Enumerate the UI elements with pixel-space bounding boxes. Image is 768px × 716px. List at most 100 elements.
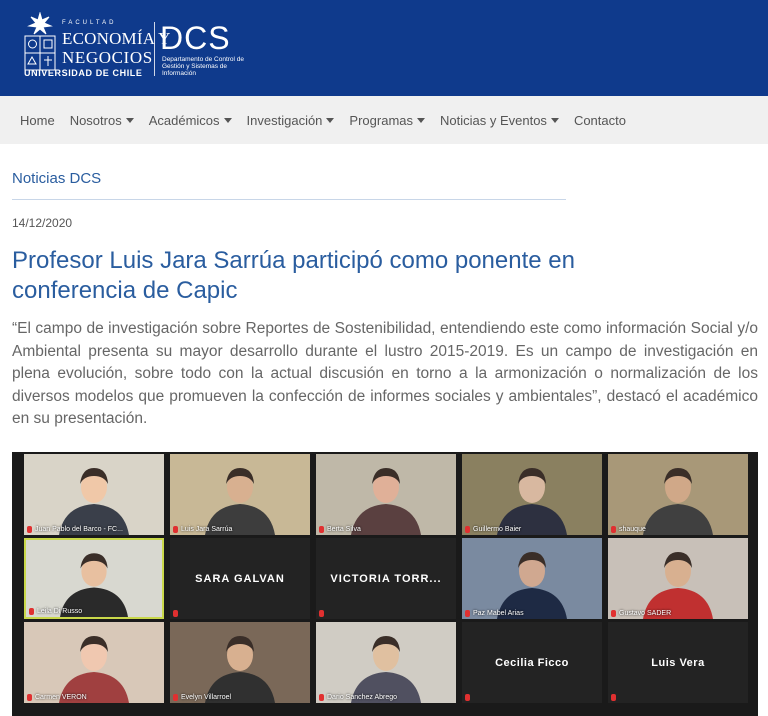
muted-mic-icon xyxy=(173,526,178,533)
nav-item-investigación[interactable]: Investigación xyxy=(247,113,335,128)
nav-item-label: Contacto xyxy=(573,112,626,128)
participant-name-tag: Guillermo Baier xyxy=(465,526,521,533)
nav-item-label: Programas xyxy=(349,112,413,128)
nav-item-programas[interactable]: Programas xyxy=(349,113,425,128)
participant-name-tag xyxy=(319,610,327,617)
dcs-logo[interactable]: DCS xyxy=(160,20,231,57)
header-divider xyxy=(154,22,155,76)
main-nav: Home Nosotros Académicos Investigación Progr… xyxy=(0,96,768,144)
caret-down-icon xyxy=(550,117,559,123)
muted-mic-icon xyxy=(465,610,470,617)
muted-mic-icon xyxy=(319,526,324,533)
participant-display-name: VICTORIA TORR... xyxy=(330,572,442,585)
participant-name: Berta Silva xyxy=(327,526,361,533)
participant-name-tag: Gustavo SADER xyxy=(611,610,671,617)
participant-name: Evelyn Villarroel xyxy=(181,694,232,701)
participant-tile: Juan Pablo del Barco - FC... xyxy=(24,454,164,535)
nav-item-académicos[interactable]: Académicos xyxy=(149,113,232,128)
participant-display-name: SARA GALVAN xyxy=(195,572,285,585)
muted-mic-icon xyxy=(465,526,470,533)
participant-video xyxy=(170,622,310,703)
section-divider xyxy=(12,199,566,200)
nav-item-label: Noticias y Eventos xyxy=(440,112,547,128)
participant-video xyxy=(316,622,456,703)
participant-tile: Luis Vera xyxy=(608,622,748,703)
participant-video xyxy=(608,454,748,535)
participant-video xyxy=(24,622,164,703)
university-name: UNIVERSIDAD DE CHILE xyxy=(24,68,143,78)
muted-mic-icon xyxy=(173,694,178,701)
participant-name-tag: Juan Pablo del Barco - FC... xyxy=(27,526,123,533)
participant-name-tag: Leila Di Russo xyxy=(29,608,82,615)
participant-display-name: Cecilia Ficco xyxy=(495,656,569,669)
nav-item-contacto[interactable]: Contacto xyxy=(574,113,626,128)
participant-video xyxy=(462,538,602,619)
participant-name: Juan Pablo del Barco - FC... xyxy=(35,526,123,533)
participant-name: Dario Sanchez Abrego xyxy=(327,694,398,701)
participant-name: Paz Mabel Arias xyxy=(473,610,524,617)
caret-down-icon xyxy=(417,117,425,123)
participant-tile: Paz Mabel Arias xyxy=(462,538,602,619)
muted-mic-icon xyxy=(29,608,34,615)
article-title: Profesor Luis Jara Sarrúa participó como… xyxy=(12,247,575,304)
article-date: 14/12/2020 xyxy=(12,216,73,230)
nav-item-label: Nosotros xyxy=(69,112,122,128)
participant-tile: Gustavo SADER xyxy=(608,538,748,619)
participant-name: Guillermo Baier xyxy=(473,526,522,533)
muted-mic-icon xyxy=(27,694,32,701)
nav-item-nosotros[interactable]: Nosotros xyxy=(70,113,134,128)
participant-tile: Dario Sanchez Abrego xyxy=(316,622,456,703)
participant-video xyxy=(170,454,310,535)
participant-video xyxy=(24,454,164,535)
participant-video xyxy=(26,540,162,617)
participant-name-tag: Dario Sanchez Abrego xyxy=(319,694,397,701)
participant-tile: Cecilia Ficco xyxy=(462,622,602,703)
article-lead: “El campo de investigación sobre Reporte… xyxy=(12,320,758,427)
participant-name-tag: shauque xyxy=(611,526,646,533)
caret-down-icon xyxy=(326,117,335,123)
participant-name: Gustavo SADER xyxy=(619,610,672,617)
participant-video xyxy=(316,454,456,535)
site-header: FACULTAD ECONOMÍA Y NEGOCIOS UNIVERSIDAD… xyxy=(0,0,768,96)
participant-tile: Carmen VERON xyxy=(24,622,164,703)
participant-name-tag xyxy=(611,694,619,701)
participant-name-tag: Carmen VERON xyxy=(27,694,87,701)
participant-name-tag: Luis Jara Sarrúa xyxy=(173,526,232,533)
nav-item-label: Académicos xyxy=(148,112,220,128)
muted-mic-icon xyxy=(611,526,616,533)
video-conference-image: Juan Pablo del Barco - FC... Luis Jara Sa… xyxy=(12,452,758,716)
participant-name-tag: Paz Mabel Arias xyxy=(465,610,524,617)
nav-item-home[interactable]: Home xyxy=(20,113,55,128)
participant-tile: Evelyn Villarroel xyxy=(170,622,310,703)
participant-display-name: Luis Vera xyxy=(651,656,705,669)
participant-video xyxy=(462,454,602,535)
faculty-line2: NEGOCIOS xyxy=(62,48,153,67)
nav-item-label: Investigación xyxy=(246,112,323,128)
participant-video xyxy=(608,538,748,619)
participant-name: Luis Jara Sarrúa xyxy=(181,526,233,533)
muted-mic-icon xyxy=(465,694,470,701)
university-seal-icon[interactable] xyxy=(22,12,58,72)
muted-mic-icon xyxy=(319,610,324,617)
participant-tile: Berta Silva xyxy=(316,454,456,535)
muted-mic-icon xyxy=(319,694,324,701)
nav-item-noticias-y-eventos[interactable]: Noticias y Eventos xyxy=(440,113,559,128)
participant-tile: Guillermo Baier xyxy=(462,454,602,535)
section-title[interactable]: Noticias DCS xyxy=(12,170,101,187)
faculty-label: FACULTAD xyxy=(62,20,117,26)
caret-down-icon xyxy=(125,117,134,123)
participant-tile: SARA GALVAN xyxy=(170,538,310,619)
participant-name-tag xyxy=(465,694,473,701)
muted-mic-icon xyxy=(611,694,616,701)
caret-down-icon xyxy=(223,117,232,123)
muted-mic-icon xyxy=(611,610,616,617)
participant-name-tag: Evelyn Villarroel xyxy=(173,694,231,701)
participant-name-tag: Berta Silva xyxy=(319,526,361,533)
participant-name-tag xyxy=(173,610,181,617)
participant-tile: VICTORIA TORR... xyxy=(316,538,456,619)
participant-name: shauque xyxy=(619,526,646,533)
muted-mic-icon xyxy=(27,526,32,533)
participant-name: Leila Di Russo xyxy=(37,608,83,615)
participant-tile: Luis Jara Sarrúa xyxy=(170,454,310,535)
dcs-subtitle: Departamento de Control de Gestión y Sis… xyxy=(162,56,245,77)
